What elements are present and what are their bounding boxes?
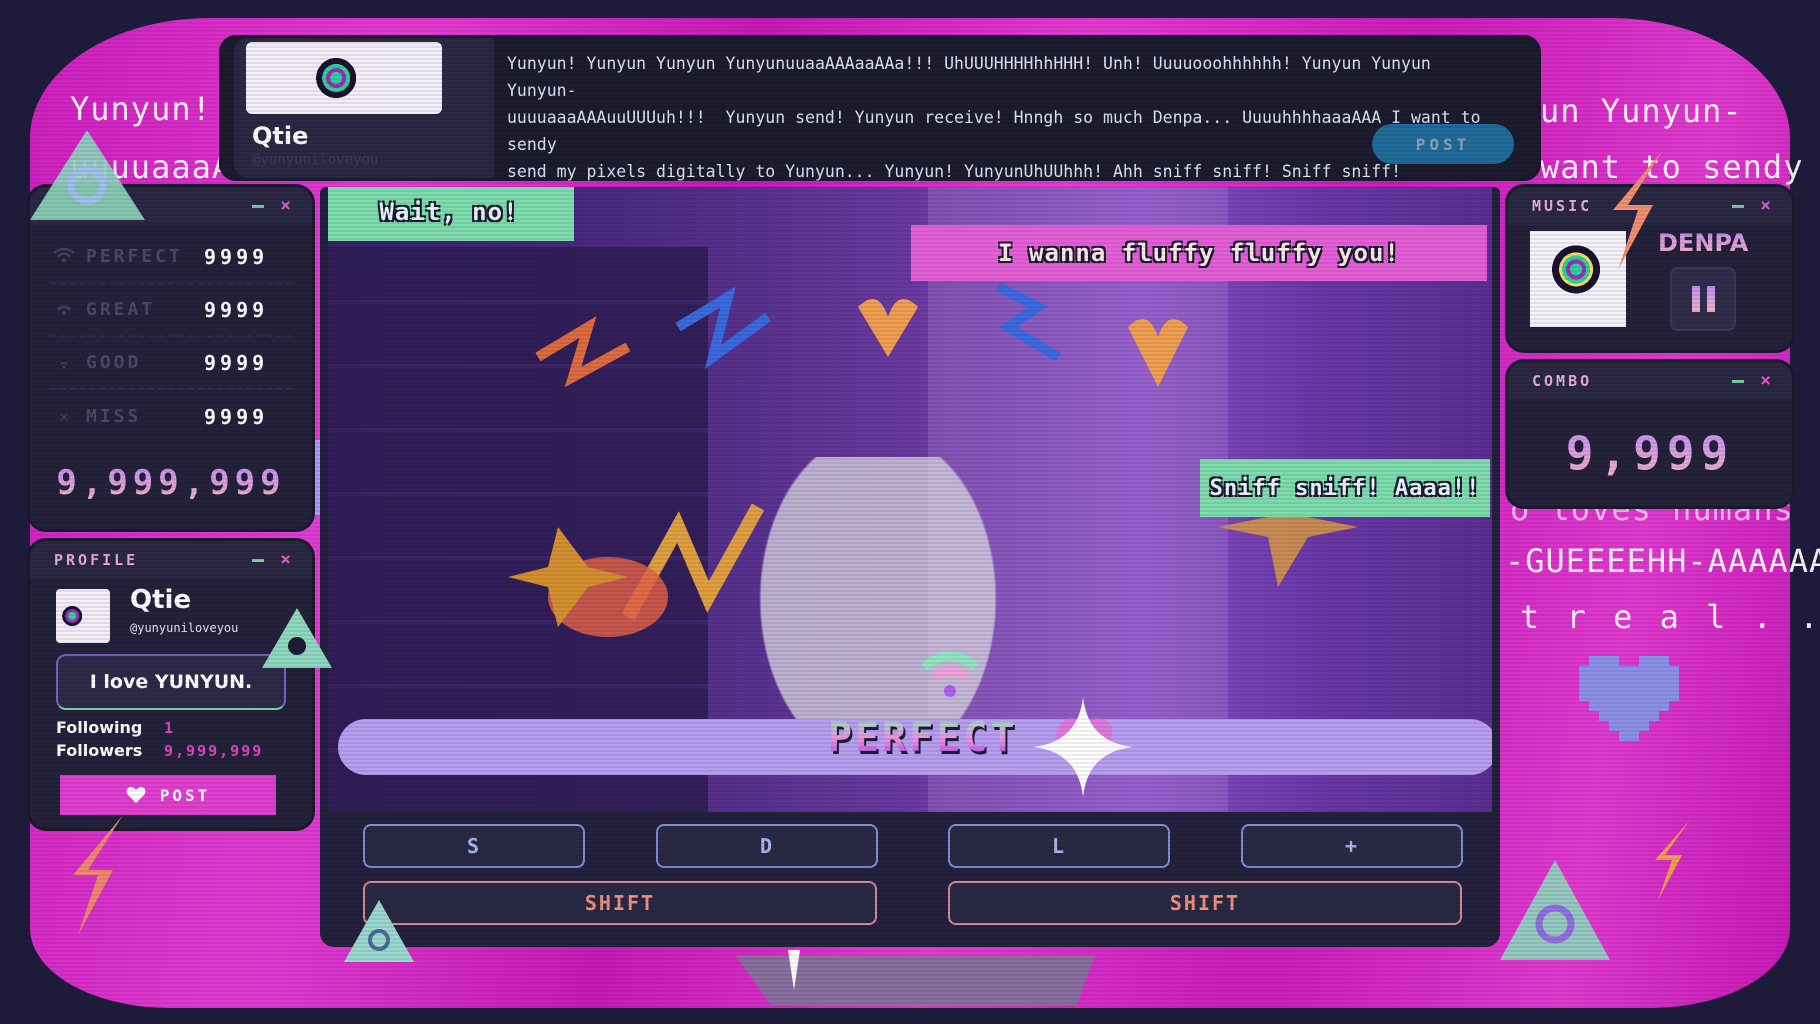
wifi-mid-icon [50,300,78,320]
stat-row-miss: ✕ MISS 9999 [50,390,292,443]
following-count[interactable]: 1 [164,719,175,737]
profile-name: Qtie [130,585,192,615]
music-title: MUSIC [1532,197,1593,215]
author-avatar [246,42,442,114]
shift-right-button[interactable]: SHIFT [948,881,1462,925]
close-icon[interactable]: × [280,197,294,215]
followers-label: Followers [56,741,143,760]
profile-panel-header: PROFILE × [30,541,312,579]
lightning-icon [535,316,631,388]
key-s-button[interactable]: S [363,824,585,868]
stat-label: GOOD [86,352,142,373]
wifi-full-icon [50,247,78,267]
wifi-low-icon [50,353,78,373]
total-score: 9,999,999 [30,463,312,503]
lightning-icon [1655,820,1690,900]
stat-value: 9999 [204,404,269,429]
profile-avatar [56,589,110,643]
ticker-text: t r e a l . . . ? [1520,598,1820,636]
post-label: POST [159,785,211,805]
cursor-spike-icon [788,950,800,990]
game-scene: Wait, no! I wanna fluffy fluffy you! Sni… [328,187,1492,812]
heart-icon [1128,319,1188,387]
stat-label: PERFECT [86,246,183,267]
close-icon[interactable]: × [280,551,294,569]
ticker-text: -GUEEEEHH-AAAAAA! [1505,542,1820,580]
key-plus-button[interactable]: + [1241,824,1463,868]
eye-pyramid-icon [262,608,332,668]
shift-left-button[interactable]: SHIFT [363,881,877,925]
stat-label: GREAT [86,299,156,320]
combo-title: COMBO [1532,372,1593,390]
speech-bubble: Sniff sniff! Aaaa!! [1200,459,1490,517]
wifi-signal-icon [921,651,979,697]
key-l-button[interactable]: L [948,824,1170,868]
profile-post-button[interactable]: POST [60,775,276,815]
minimize-icon[interactable] [252,204,265,208]
message-author: Qtie @yunyuniloveyou [234,38,494,178]
lightning-icon [675,286,771,370]
author-handle: @yunyuniloveyou [252,152,379,168]
minimize-icon[interactable] [1732,204,1745,208]
heart-icon [126,786,146,803]
profile-handle: @yunyuniloveyou [130,621,239,635]
pause-icon [1691,286,1700,312]
stat-value: 9999 [204,244,269,269]
following-label: Following [56,718,143,737]
eye-pyramid-icon [344,900,414,962]
stat-value: 9999 [204,350,269,375]
ticker-text: un Yunyun- [1540,92,1743,130]
pixel-heart-icon [1579,656,1679,741]
sparkle-icon [1033,697,1133,797]
combo-value: 9,999 [1508,426,1792,480]
speech-bubble: Wait, no! [328,187,574,241]
combo-panel-header: COMBO × [1508,362,1792,400]
profile-title: PROFILE [54,551,139,569]
eye-pyramid-icon [30,130,145,220]
speech-bubble: I wanna fluffy fluffy you! [911,225,1487,281]
lightning-icon [73,815,123,935]
pause-icon [1706,286,1715,312]
combo-panel: COMBO × 9,999 [1508,362,1792,506]
close-icon[interactable]: × [1760,372,1774,390]
author-name: Qtie [252,122,309,150]
close-icon[interactable]: × [1760,197,1774,215]
lightning-icon [995,282,1061,362]
stat-value: 9999 [204,297,269,322]
lightning-icon [1613,150,1663,270]
pause-button[interactable] [1670,267,1736,331]
followers-count[interactable]: 9,999,999 [164,742,263,760]
x-icon: ✕ [59,407,69,426]
heart-icon [858,299,918,357]
minimize-icon[interactable] [1732,379,1745,383]
stat-row-great: GREAT 9999 [50,284,292,337]
message-panel: Qtie @yunyuniloveyou Yunyun! Yunyun Yuny… [222,38,1538,235]
minimize-icon[interactable] [252,558,265,562]
stat-row-good: GOOD 9999 [50,337,292,390]
profile-status: I love YUNYUN. [56,654,286,710]
eye-pyramid-icon [1500,860,1610,960]
stat-row-perfect: PERFECT 9999 [50,231,292,284]
stats-panel: × PERFECT 9999 GREAT 9999 GOOD 9999 ✕ MI… [30,187,312,529]
post-button[interactable]: POST [1372,124,1514,164]
game-area: Wait, no! I wanna fluffy fluffy you! Sni… [320,187,1500,947]
key-d-button[interactable]: D [656,824,878,868]
judgement-text: PERFECT [828,715,1018,761]
profile-panel: PROFILE × Qtie @yunyuniloveyou I love YU… [30,541,312,828]
stat-label: MISS [86,406,142,427]
